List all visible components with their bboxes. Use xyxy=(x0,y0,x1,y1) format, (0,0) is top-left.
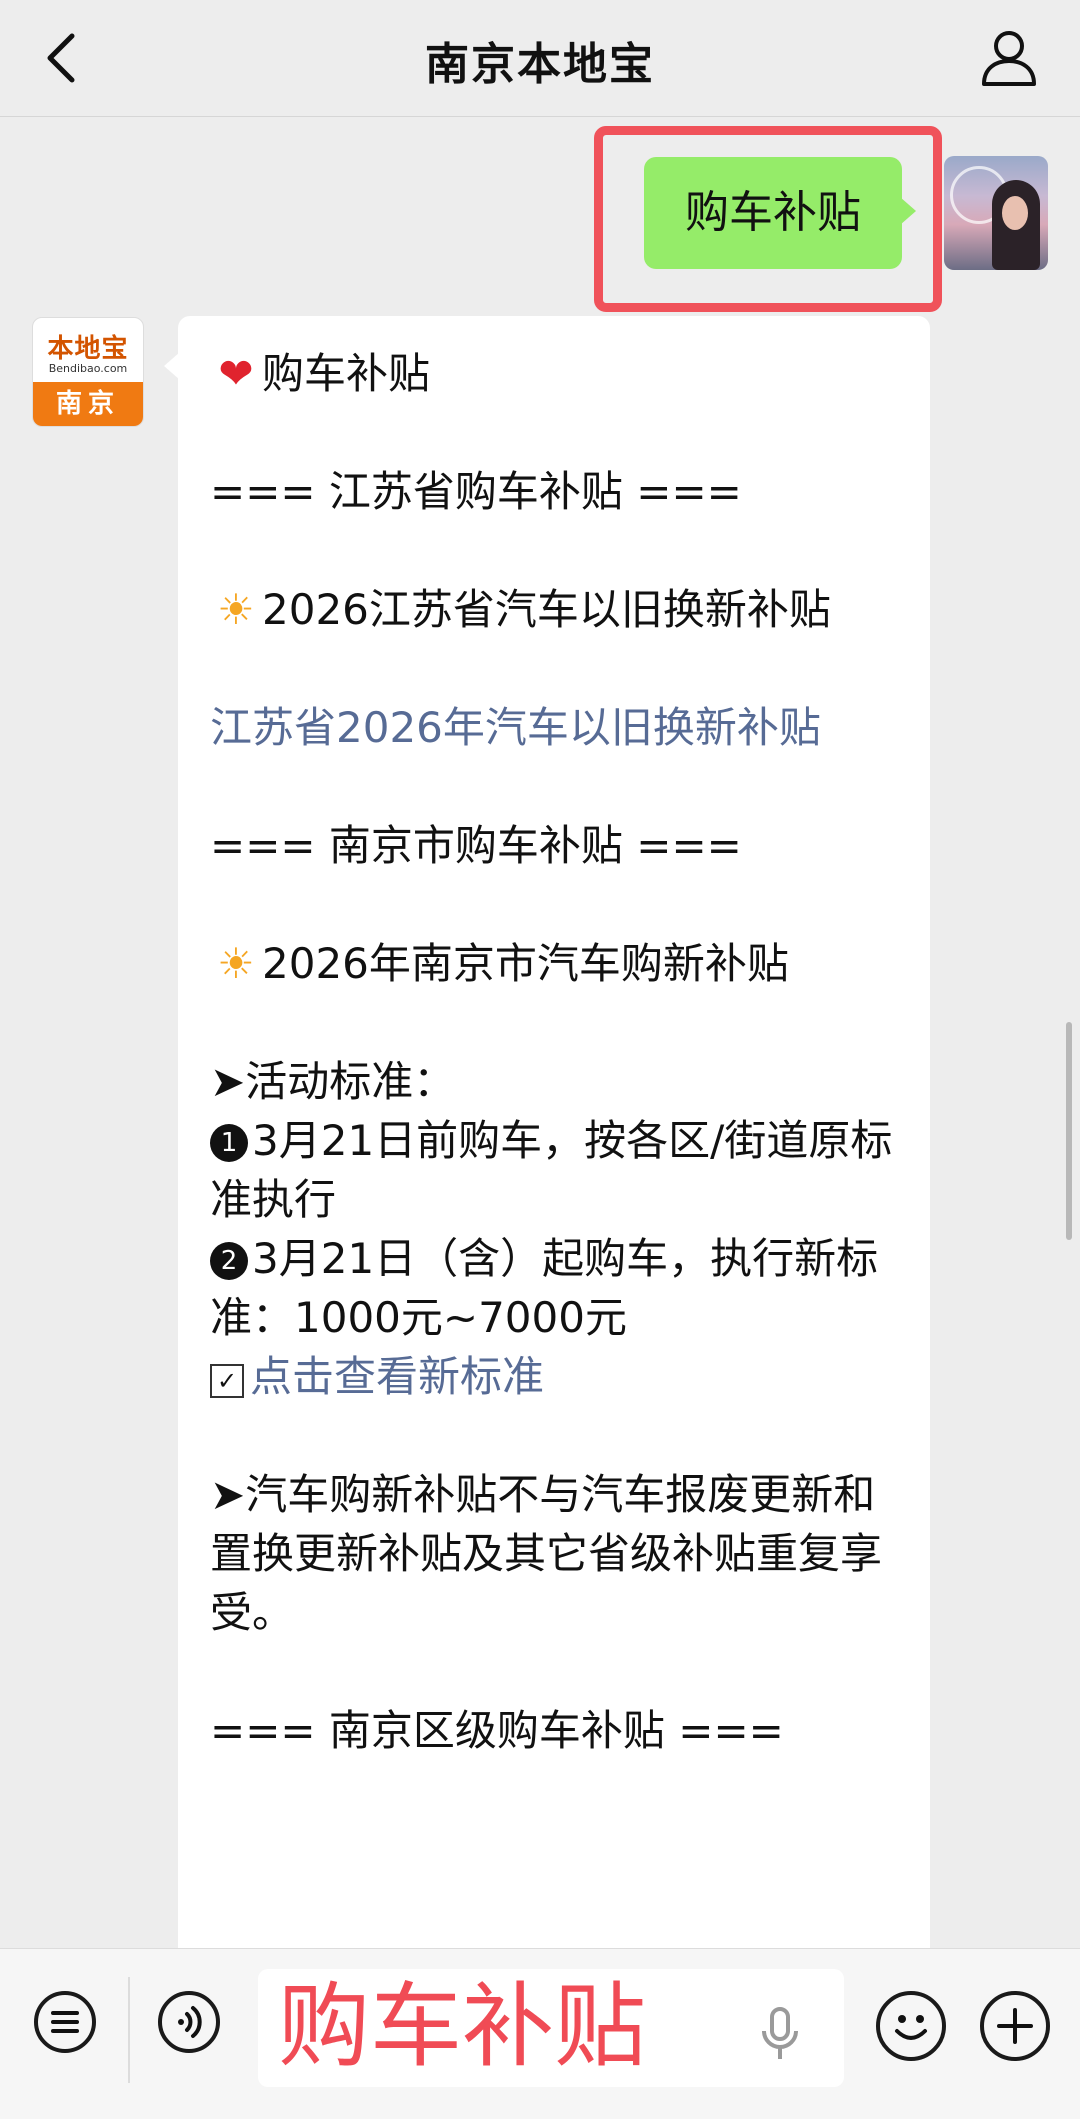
scrollbar[interactable] xyxy=(1066,1022,1072,1240)
section-district: === 南京区级购车补贴 === xyxy=(210,1706,784,1755)
number-two-icon: 2 xyxy=(210,1242,248,1280)
item-nanjing: 2026年南京市汽车购新补贴 xyxy=(262,939,789,988)
outgoing-message-bubble[interactable]: 购车补贴 xyxy=(644,157,916,269)
subsidy-note: ➤汽车购新补贴不与汽车报废更新和置换更新补贴及其它省级补贴重复享受。 xyxy=(210,1470,883,1637)
voice-mode-icon[interactable] xyxy=(158,1991,220,2053)
avatar-face xyxy=(1002,196,1028,230)
input-text: 购车补贴 xyxy=(278,1973,647,2080)
section-nanjing: === 南京市购车补贴 === xyxy=(210,821,742,870)
divider xyxy=(128,1977,130,2083)
item-jiangsu: 2026江苏省汽车以旧换新补贴 xyxy=(262,585,831,634)
link-new-standard[interactable]: 点击查看新标准 xyxy=(250,1352,544,1401)
avatar-city: 南京 xyxy=(33,382,143,426)
incoming-message-bubble: ❤ 购车补贴 === 江苏省购车补贴 === ☀ 2026江苏省汽车以旧换新补贴 江… xyxy=(178,316,930,1996)
sun-icon: ☀ xyxy=(217,939,255,988)
avatar-brand: 本地宝 xyxy=(47,334,129,364)
avatar-site: Bendibao.com xyxy=(48,362,128,375)
user-avatar[interactable] xyxy=(944,156,1048,270)
message-title: 购车补贴 xyxy=(262,349,431,398)
top-bar: 南京本地宝 xyxy=(0,0,1080,117)
checkbox-icon: ✓ xyxy=(210,1364,244,1398)
rule-one: 3月21日前购车，按各区/街道原标准执行 xyxy=(210,1116,893,1224)
standard-label: ➤活动标准： xyxy=(210,1057,456,1106)
chat-title: 南京本地宝 xyxy=(425,39,655,90)
plus-icon[interactable] xyxy=(980,1991,1050,2061)
sun-icon: ☀ xyxy=(217,585,255,634)
microphone-icon[interactable] xyxy=(760,2007,800,2061)
emoji-icon[interactable] xyxy=(876,1991,946,2061)
number-one-icon: 1 xyxy=(210,1124,248,1162)
heart-icon: ❤ xyxy=(218,349,254,398)
message-input[interactable]: 购车补贴 xyxy=(258,1969,844,2087)
section-jiangsu: === 江苏省购车补贴 === xyxy=(210,467,742,516)
official-account-avatar[interactable]: 本地宝 Bendibao.com 南京 xyxy=(32,317,144,427)
menu-list-icon[interactable] xyxy=(34,1991,96,2053)
bottom-input-bar: 购车补贴 xyxy=(0,1948,1080,2119)
link-jiangsu-subsidy[interactable]: 江苏省2026年汽车以旧换新补贴 xyxy=(210,698,910,757)
rule-two: 3月21日（含）起购车，执行新标准：1000元~7000元 xyxy=(210,1234,879,1342)
message-body: ❤ 购车补贴 === 江苏省购车补贴 === ☀ 2026江苏省汽车以旧换新补贴 江… xyxy=(210,344,910,1760)
profile-person-icon[interactable] xyxy=(978,26,1040,88)
